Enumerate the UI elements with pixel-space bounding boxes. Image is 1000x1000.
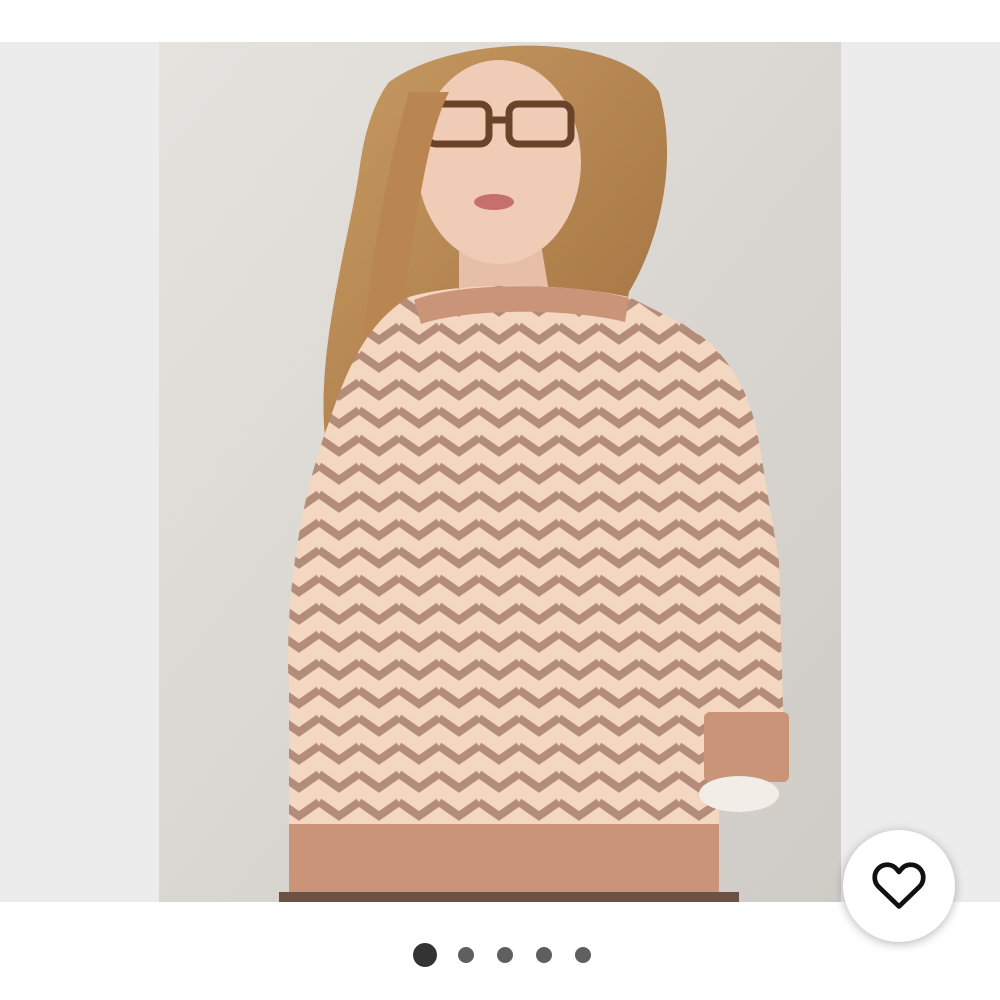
pagination-dot-3[interactable] xyxy=(497,947,513,963)
pagination-dot-1-active[interactable] xyxy=(413,943,437,967)
top-bar xyxy=(0,0,1000,42)
image-gallery[interactable] xyxy=(0,42,1000,902)
product-photo[interactable] xyxy=(159,42,841,902)
pagination-dot-5[interactable] xyxy=(575,947,591,963)
heart-outline-icon xyxy=(870,858,928,915)
like-button[interactable] xyxy=(843,830,955,942)
pagination-dot-2[interactable] xyxy=(458,947,474,963)
pagination-dot-4[interactable] xyxy=(536,947,552,963)
pagination-dots xyxy=(0,902,1000,1000)
product-photo-illustration xyxy=(159,42,841,902)
